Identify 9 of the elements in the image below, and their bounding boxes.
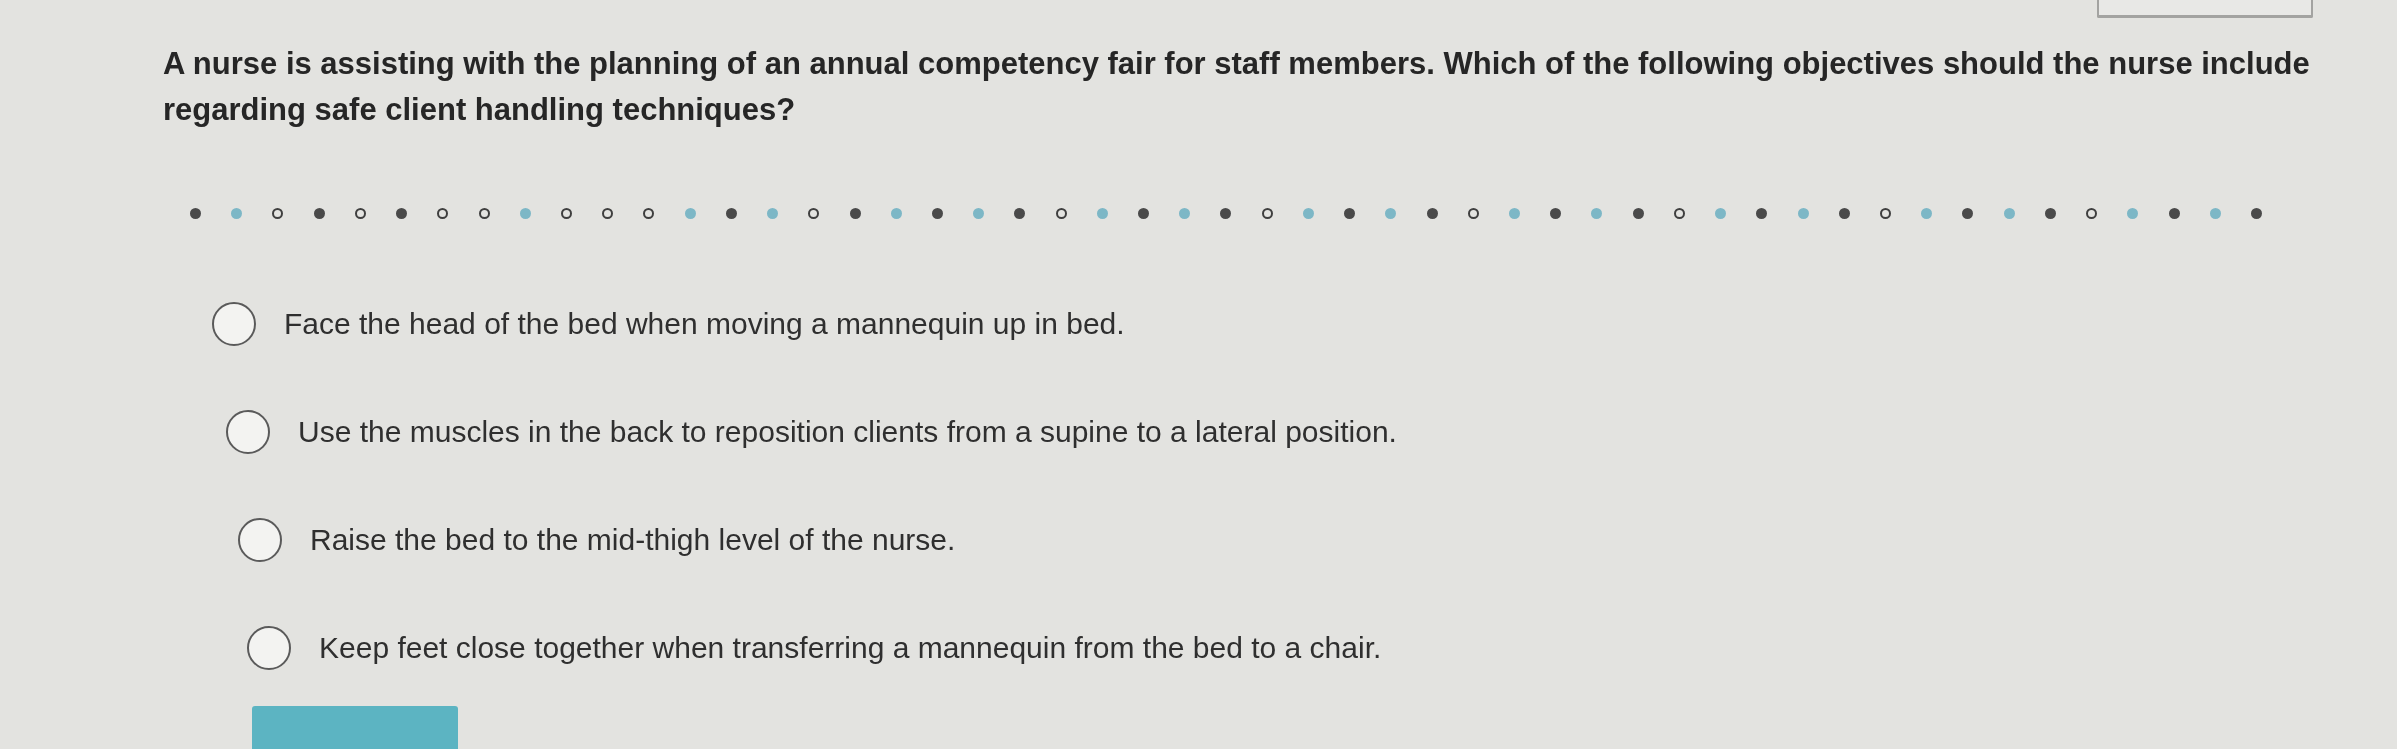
question-text: A nurse is assisting with the planning of an annual competency fair for staff members. Which of the following objectives should the nurse include regarding safe client handling techniques? (163, 45, 2311, 129)
radio-button[interactable] (238, 518, 282, 562)
option-text: Keep feet close together when transferring a mannequin from the bed to a chair. (319, 630, 1382, 666)
option-text: Face the head of the bed when moving a mannequin up in bed. (284, 306, 1125, 342)
radio-button[interactable] (226, 410, 270, 454)
radio-button[interactable] (247, 626, 291, 670)
option-text: Use the muscles in the back to reposition clients from a supine to a lateral position. (298, 414, 1397, 450)
option-text: Raise the bed to the mid-thigh level of the nurse. (310, 522, 956, 558)
radio-button[interactable] (212, 302, 256, 346)
